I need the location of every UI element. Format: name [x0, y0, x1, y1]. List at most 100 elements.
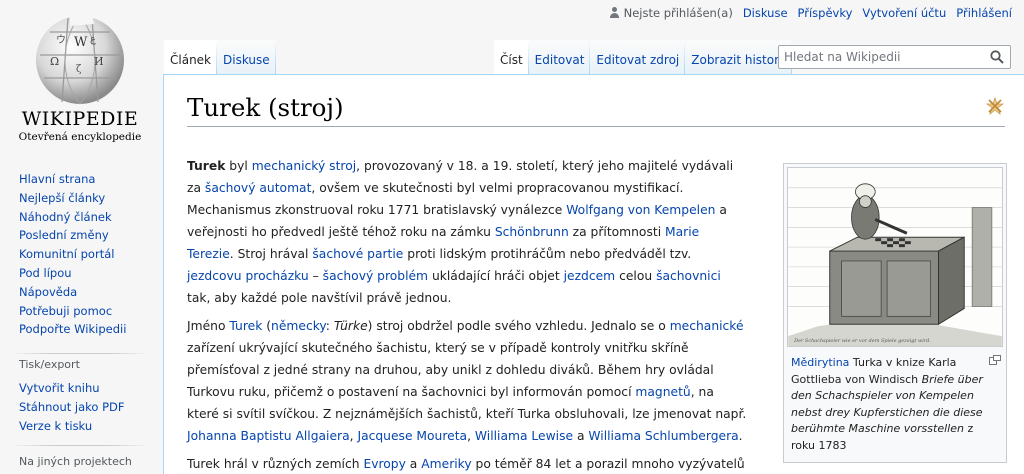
- text-run: po téměř 84 let a porazil mnoho vyzývate…: [471, 457, 745, 471]
- user-icon: [609, 7, 620, 19]
- tab-history-label[interactable]: Zobrazit historii: [691, 53, 785, 67]
- wiki-link[interactable]: mechanické: [670, 319, 744, 333]
- wiki-link[interactable]: šachovnici: [656, 269, 721, 283]
- text-run: Turek hrál v různých zemích: [187, 457, 364, 471]
- text-run: ukládající hráči objet: [428, 269, 564, 283]
- tab-edit-source-label[interactable]: Editovat zdroj: [596, 53, 679, 67]
- page-title: Turek (stroj): [187, 93, 1005, 127]
- featured-article-star-icon[interactable]: [986, 97, 1004, 115]
- svg-text:W: W: [74, 35, 88, 50]
- tab-history[interactable]: Zobrazit historii: [685, 40, 791, 74]
- wiki-link[interactable]: šachový problém: [323, 269, 428, 283]
- text-run: a: [405, 457, 422, 471]
- svg-text:Ω: Ω: [50, 55, 59, 68]
- search-icon[interactable]: [990, 50, 1004, 64]
- wiki-link[interactable]: Wolfgang von Kempelen: [566, 203, 715, 217]
- wiki-link[interactable]: Evropy: [363, 457, 405, 471]
- paragraph: Jméno Turek (německy: Türke) stroj obdrž…: [187, 315, 747, 447]
- tab-edit[interactable]: Editovat: [529, 40, 591, 74]
- italic-text: Türke: [333, 319, 368, 333]
- wiki-link[interactable]: jezdcem: [564, 269, 616, 283]
- portal-divider: [10, 445, 150, 446]
- svg-text:ζ: ζ: [76, 64, 82, 75]
- magnify-icon[interactable]: [989, 355, 1001, 365]
- text-run: . Stroj hrával: [229, 247, 313, 261]
- wiki-link[interactable]: Turek: [229, 319, 262, 333]
- svg-text:И: И: [94, 55, 104, 68]
- portal-heading-projects[interactable]: Na jiných projektech: [0, 455, 160, 468]
- wikipedia-logo[interactable]: W Ω И ウ ζ ع WIKIPEDIE Otevřená encyklope…: [0, 0, 160, 160]
- sidebar-item-download-pdf[interactable]: Stáhnout jako PDF: [19, 400, 125, 414]
- puzzle-globe-icon: W Ω И ウ ζ ع: [36, 14, 124, 105]
- wiki-link[interactable]: magnetů: [635, 385, 690, 399]
- text-run: .: [738, 429, 743, 443]
- personal-link-login[interactable]: Přihlášení: [956, 6, 1012, 20]
- wiki-link[interactable]: mechanický stroj: [252, 159, 356, 173]
- tab-article-label[interactable]: Článek: [170, 53, 211, 67]
- sidebar-nav: Hlavní strana Nejlepší články Náhodný čl…: [0, 170, 160, 339]
- text-run: ,: [467, 429, 475, 443]
- svg-text:ウ: ウ: [56, 34, 66, 46]
- wiki-link[interactable]: Schönbrunn: [495, 225, 569, 239]
- text-run: proti lidským protihráčům nebo předváděl…: [403, 247, 692, 261]
- wiki-link[interactable]: Mědirytina: [791, 356, 849, 369]
- tab-read[interactable]: Číst: [494, 40, 529, 74]
- sidebar-item-help[interactable]: Nápověda: [19, 285, 77, 299]
- wiki-link[interactable]: Jacquese Moureta: [357, 429, 467, 443]
- sidebar-item-recent-changes[interactable]: Poslední změny: [19, 228, 109, 242]
- sidebar-item-donate[interactable]: Podpořte Wikipedii: [19, 322, 126, 336]
- caption-text: Mědirytina Turka v knize Karla Gottlieba…: [791, 356, 983, 452]
- sidebar-item-create-book[interactable]: Vytvořit knihu: [19, 381, 100, 395]
- anon-label: Nejste přihlášen(a): [623, 6, 733, 20]
- text-run: ) stroj obdržel podle svého vzhledu. Jed…: [367, 319, 670, 333]
- automaton-engraving-image[interactable]: Der Schachspieler wie er vor dem Spiele …: [787, 167, 1003, 347]
- engraving-caption-text: Der Schachspieler wie er vor dem Spiele …: [793, 338, 931, 344]
- text-run: celou: [615, 269, 657, 283]
- thumbnail-caption: Mědirytina Turka v knize Karla Gottlieba…: [787, 351, 1003, 454]
- wiki-link[interactable]: jezdcovu procházku: [187, 269, 309, 283]
- wiki-link[interactable]: Johanna Baptistu Allgaiera: [187, 429, 350, 443]
- wiki-link[interactable]: německy: [271, 319, 326, 333]
- sidebar-item-random[interactable]: Náhodný článek: [19, 210, 112, 224]
- personal-link-talk[interactable]: Diskuse: [743, 6, 788, 20]
- search-input[interactable]: [779, 46, 979, 68]
- portal-heading-export[interactable]: Tisk/export: [0, 358, 160, 371]
- text-run: za přítomnosti: [568, 225, 666, 239]
- text-run: –: [308, 269, 323, 283]
- paragraph: Turek byl mechanický stroj, provozovaný …: [187, 155, 747, 309]
- wiki-link[interactable]: Williama Lewise: [475, 429, 573, 443]
- tab-article[interactable]: Článek: [164, 40, 217, 74]
- personal-link-contributions[interactable]: Příspěvky: [798, 6, 853, 20]
- logo-tagline: Otevřená encyklopedie: [18, 131, 142, 143]
- text-run: (: [262, 319, 272, 333]
- sidebar: Hlavní strana Nejlepší články Náhodný čl…: [0, 170, 160, 474]
- wiki-link[interactable]: Williama Schlumbergera: [588, 429, 738, 443]
- personal-link-create-account[interactable]: Vytvoření účtu: [862, 6, 946, 20]
- portal-divider: [10, 353, 150, 354]
- text-run: tak, aby každé pole navštívil právě jedn…: [187, 291, 452, 305]
- svg-text:ع: ع: [90, 34, 96, 45]
- sidebar-item-main-page[interactable]: Hlavní strana: [19, 172, 95, 186]
- tab-read-label[interactable]: Číst: [500, 53, 523, 67]
- wiki-link[interactable]: Ameriky: [421, 457, 471, 471]
- anon-status: Nejste přihlášen(a): [609, 6, 733, 20]
- wiki-link[interactable]: šachové partie: [312, 247, 403, 261]
- logo-wordmark: WIKIPEDIE: [21, 108, 139, 130]
- tab-talk-label[interactable]: Diskuse: [223, 53, 270, 67]
- text-run: :: [325, 319, 334, 333]
- content-area: Turek (stroj) Turek byl mechanický stroj…: [163, 74, 1024, 474]
- tab-talk[interactable]: Diskuse: [217, 40, 276, 74]
- namespace-tabs: Článek Diskuse: [164, 40, 276, 74]
- bold-text: Turek: [187, 159, 226, 173]
- tab-edit-label[interactable]: Editovat: [535, 53, 585, 67]
- article-body: Turek byl mechanický stroj, provozovaný …: [187, 155, 747, 474]
- tab-edit-source[interactable]: Editovat zdroj: [590, 40, 685, 74]
- sidebar-item-need-help[interactable]: Potřebuji pomoc: [19, 304, 112, 318]
- paragraph: Turek hrál v různých zemích Evropy a Ame…: [187, 453, 747, 474]
- sidebar-item-village-pump[interactable]: Pod lípou: [19, 266, 72, 280]
- thumbnail: Der Schachspieler wie er vor dem Spiele …: [783, 163, 1007, 463]
- sidebar-item-community-portal[interactable]: Komunitní portál: [19, 247, 114, 261]
- sidebar-item-printable[interactable]: Verze k tisku: [19, 419, 92, 433]
- sidebar-item-featured[interactable]: Nejlepší články: [19, 191, 105, 205]
- wiki-link[interactable]: šachový automat: [205, 181, 312, 195]
